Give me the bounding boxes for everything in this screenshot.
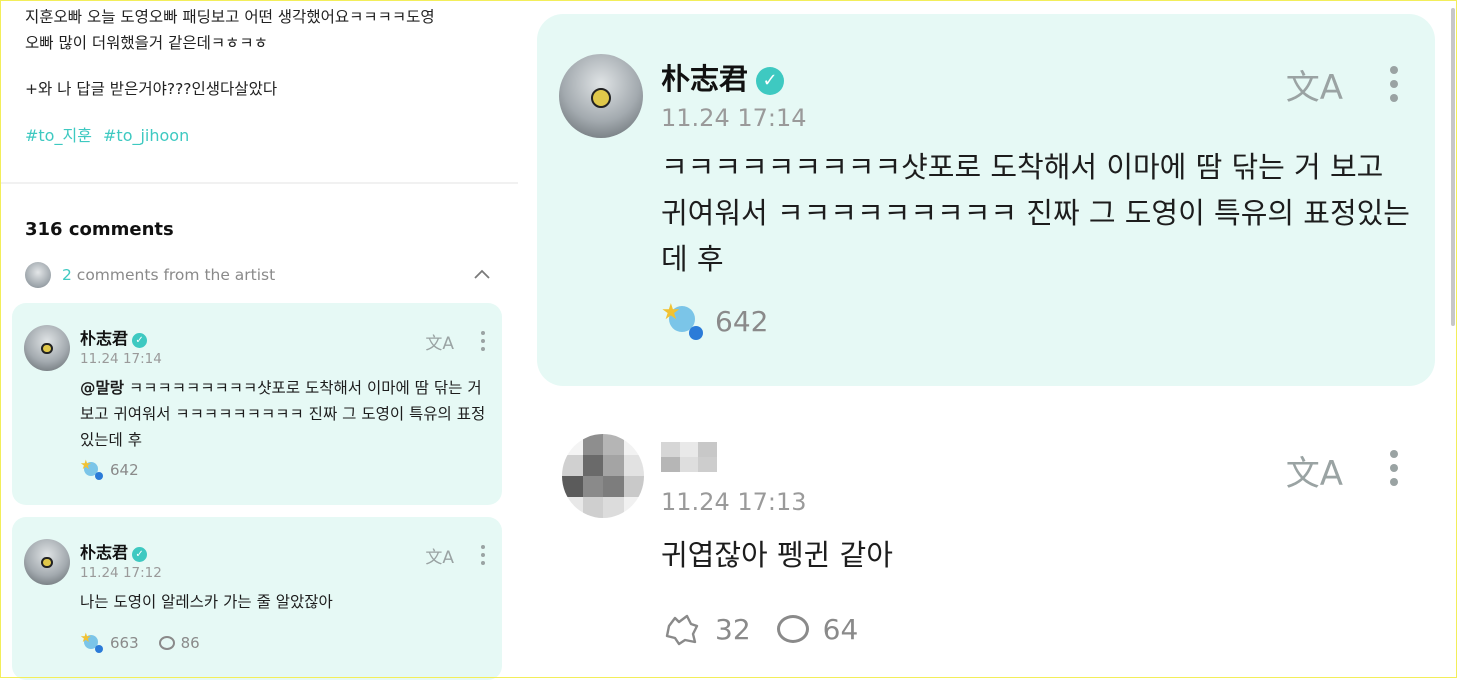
reaction-count: 32 — [715, 612, 751, 646]
comment-stats: 32 64 — [661, 612, 858, 646]
post-hashtags: #to_지훈 #to_jihoon — [25, 122, 195, 146]
verified-badge-icon: ✓ — [132, 333, 148, 348]
commenter-name[interactable]: 朴志君 ✓ — [80, 325, 148, 349]
avatar-face — [41, 343, 53, 355]
more-vertical-icon[interactable] — [480, 545, 486, 565]
right-panel: 朴志君 ✓ 11.24 17:14 文A ㅋㅋㅋㅋㅋㅋㅋㅋㅋ샷포로 도착해서 이마… — [520, 0, 1459, 680]
blurred-username[interactable] — [661, 442, 717, 472]
avatar[interactable] — [24, 325, 70, 371]
blurred-avatar[interactable] — [562, 434, 644, 518]
more-vertical-icon[interactable] — [480, 331, 486, 351]
post-body: 지훈오빠 오늘 도영오빠 패딩보고 어떤 생각했어요ㅋㅋㅋㅋ도영 오빠 많이 더… — [25, 4, 495, 102]
reply-count: 64 — [822, 612, 859, 646]
comment-body: ㅋㅋㅋㅋㅋㅋㅋㅋㅋ샷포로 도착해서 이마에 땀 닦는 거 보고 귀여워서 ㅋㅋㅋ… — [661, 150, 1410, 276]
translate-icon[interactable]: 文A — [1286, 446, 1343, 495]
reply-comment: 11.24 17:13 文A 귀엽잖아 펭귄 같아 32 64 — [537, 420, 1435, 680]
commenter-name[interactable]: 朴志君 ✓ — [80, 539, 148, 563]
avatar[interactable] — [559, 54, 643, 138]
artist-comments-label: 2 comments from the artist — [62, 266, 276, 284]
comment-time: 11.24 17:14 — [80, 351, 162, 367]
scrollbar[interactable] — [1451, 8, 1455, 326]
avatar-face — [590, 87, 612, 108]
avatar[interactable] — [24, 539, 70, 585]
translate-icon[interactable]: 文A — [425, 543, 454, 568]
more-vertical-icon[interactable] — [1389, 450, 1399, 486]
left-panel: 지훈오빠 오늘 도영오빠 패딩보고 어떤 생각했어요ㅋㅋㅋㅋ도영 오빠 많이 더… — [0, 0, 518, 680]
artist-comments-toggle[interactable]: 2 comments from the artist — [25, 262, 495, 288]
post-line: +와 나 답글 받은거야???인생다살았다 — [25, 80, 278, 98]
mention[interactable]: @말랑 — [80, 379, 124, 397]
verified-badge-icon: ✓ — [132, 547, 148, 562]
comment-stats: ★ 642 — [80, 458, 139, 480]
reaction-count: 642 — [110, 461, 139, 479]
comment-time: 11.24 17:14 — [661, 104, 807, 132]
hashtag-link[interactable]: #to_jihoon — [103, 126, 189, 145]
chevron-up-icon[interactable] — [472, 265, 492, 285]
post-line-gap — [25, 56, 495, 76]
reaction-count: 663 — [110, 634, 139, 652]
post-line: 오빠 많이 더워했을거 같은데ㅋㅎㅋㅎ — [25, 34, 268, 52]
comment-stats: ★ 642 — [661, 300, 769, 340]
commenter-name[interactable]: 朴志君 ✓ — [661, 56, 785, 98]
reaction-icon[interactable] — [661, 612, 701, 646]
comment-bubble-icon[interactable] — [776, 615, 809, 643]
artist-comment-card: 朴志君 ✓ 11.24 17:12 文A 나는 도영이 알레스카 가는 줄 알았잖… — [12, 517, 502, 680]
reaction-icon[interactable]: ★ — [661, 300, 703, 340]
artist-comment-card: 朴志君 ✓ 11.24 17:14 文A @말랑 ㅋㅋㅋㅋㅋㅋㅋㅋㅋ샷포로 도착해… — [12, 303, 502, 505]
comment-body: 귀엽잖아 펭귄 같아 — [661, 538, 893, 572]
comment-body: 나는 도영이 알레스카 가는 줄 알았잖아 — [80, 593, 333, 611]
reaction-count: 642 — [715, 304, 769, 338]
reply-count: 86 — [180, 634, 200, 652]
divider — [0, 182, 518, 184]
reaction-icon[interactable]: ★ — [80, 631, 103, 653]
comment-time: 11.24 17:13 — [661, 488, 807, 516]
reaction-icon[interactable]: ★ — [80, 458, 103, 480]
avatar-face — [41, 557, 53, 569]
verified-badge-icon: ✓ — [756, 67, 785, 95]
comment-stats: ★ 663 86 — [80, 631, 200, 653]
post-line: 지훈오빠 오늘 도영오빠 패딩보고 어떤 생각했어요ㅋㅋㅋㅋ도영 — [25, 8, 435, 26]
hashtag-link[interactable]: #to_지훈 — [25, 126, 92, 145]
translate-icon[interactable]: 文A — [425, 329, 454, 354]
translate-icon[interactable]: 文A — [1286, 60, 1343, 109]
comment-bubble-icon[interactable] — [158, 636, 175, 650]
comments-count: 316 comments — [25, 219, 174, 240]
avatar — [25, 262, 51, 288]
comment-body: @말랑 ㅋㅋㅋㅋㅋㅋㅋㅋㅋ샷포로 도착해서 이마에 땀 닦는 거 보고 귀여워서… — [80, 379, 486, 449]
focused-artist-comment: 朴志君 ✓ 11.24 17:14 文A ㅋㅋㅋㅋㅋㅋㅋㅋㅋ샷포로 도착해서 이마… — [537, 14, 1435, 386]
more-vertical-icon[interactable] — [1389, 66, 1399, 102]
comment-time: 11.24 17:12 — [80, 565, 162, 581]
